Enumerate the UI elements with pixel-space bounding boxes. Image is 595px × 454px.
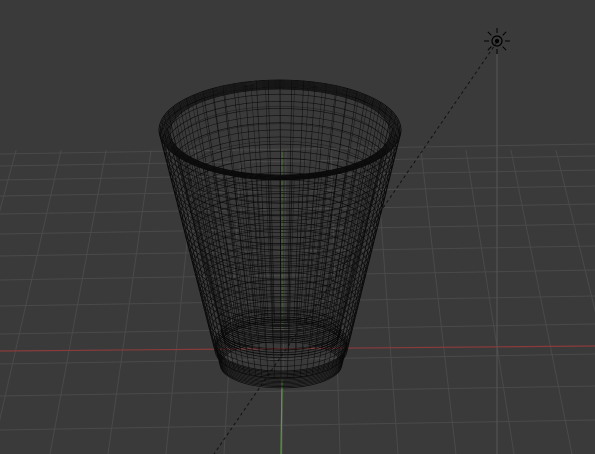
3d-viewport[interactable]	[0, 0, 595, 454]
viewport-canvas[interactable]	[0, 0, 595, 454]
sun-lamp-icon[interactable]	[484, 28, 510, 54]
sun-lamp-center	[494, 38, 500, 44]
